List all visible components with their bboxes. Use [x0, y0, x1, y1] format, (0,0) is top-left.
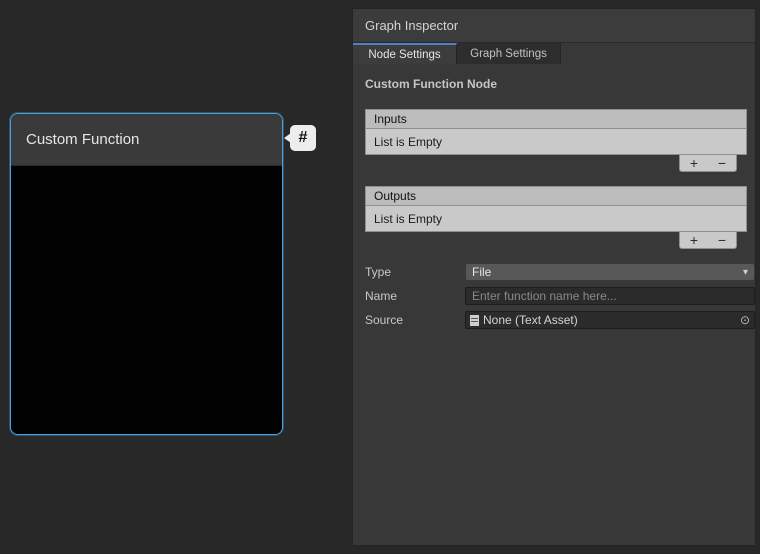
plus-icon: +: [690, 156, 698, 170]
text-asset-icon: [470, 315, 479, 326]
outputs-list-header[interactable]: Outputs: [365, 186, 747, 205]
inputs-empty-text: List is Empty: [374, 135, 442, 149]
minus-icon: −: [718, 233, 726, 247]
code-badge[interactable]: #: [290, 125, 316, 151]
outputs-list: Outputs List is Empty + −: [365, 186, 747, 250]
node-body: [11, 166, 282, 435]
outputs-list-title: Outputs: [374, 189, 416, 203]
tab-node-settings[interactable]: Node Settings: [353, 43, 457, 64]
inspector-tabs: Node Settings Graph Settings: [353, 43, 755, 64]
hash-icon: #: [299, 129, 308, 147]
inputs-add-button[interactable]: +: [682, 156, 706, 171]
outputs-list-body: List is Empty: [365, 205, 747, 232]
source-object-field[interactable]: None (Text Asset) ⊙: [465, 311, 755, 329]
inputs-list-header[interactable]: Inputs: [365, 109, 747, 128]
outputs-empty-text: List is Empty: [374, 212, 442, 226]
outputs-add-button[interactable]: +: [682, 233, 706, 248]
object-picker-icon[interactable]: ⊙: [740, 313, 750, 327]
name-label: Name: [365, 289, 397, 303]
node-title-bar[interactable]: Custom Function: [11, 114, 282, 166]
type-row: Type File ▾: [365, 263, 745, 281]
inspector-header[interactable]: Graph Inspector: [353, 9, 755, 43]
chevron-down-icon: ▾: [743, 267, 748, 278]
type-label: Type: [365, 265, 391, 279]
source-row: Source None (Text Asset) ⊙: [365, 311, 745, 329]
minus-icon: −: [718, 156, 726, 170]
tab-graph-settings[interactable]: Graph Settings: [457, 43, 561, 64]
node-title: Custom Function: [26, 131, 139, 148]
source-object-value: None (Text Asset): [483, 313, 578, 327]
source-label: Source: [365, 313, 403, 327]
section-heading: Custom Function Node: [365, 77, 497, 91]
custom-function-node[interactable]: Custom Function: [10, 113, 283, 435]
inspector-title: Graph Inspector: [365, 18, 458, 33]
inputs-list-body: List is Empty: [365, 128, 747, 155]
tab-node-settings-label: Node Settings: [368, 49, 440, 61]
outputs-list-footer: + −: [365, 232, 747, 250]
graph-inspector-panel: Graph Inspector Node Settings Graph Sett…: [352, 8, 756, 546]
outputs-remove-button[interactable]: −: [710, 233, 734, 248]
type-dropdown[interactable]: File ▾: [465, 263, 755, 281]
inputs-list-footer: + −: [365, 155, 747, 173]
name-row: Name: [365, 287, 745, 305]
inputs-list-title: Inputs: [374, 112, 407, 126]
tab-graph-settings-label: Graph Settings: [470, 48, 547, 60]
inputs-remove-button[interactable]: −: [710, 156, 734, 171]
inputs-list: Inputs List is Empty + −: [365, 109, 747, 173]
plus-icon: +: [690, 233, 698, 247]
type-dropdown-value: File: [472, 265, 491, 279]
name-input[interactable]: [465, 287, 755, 305]
